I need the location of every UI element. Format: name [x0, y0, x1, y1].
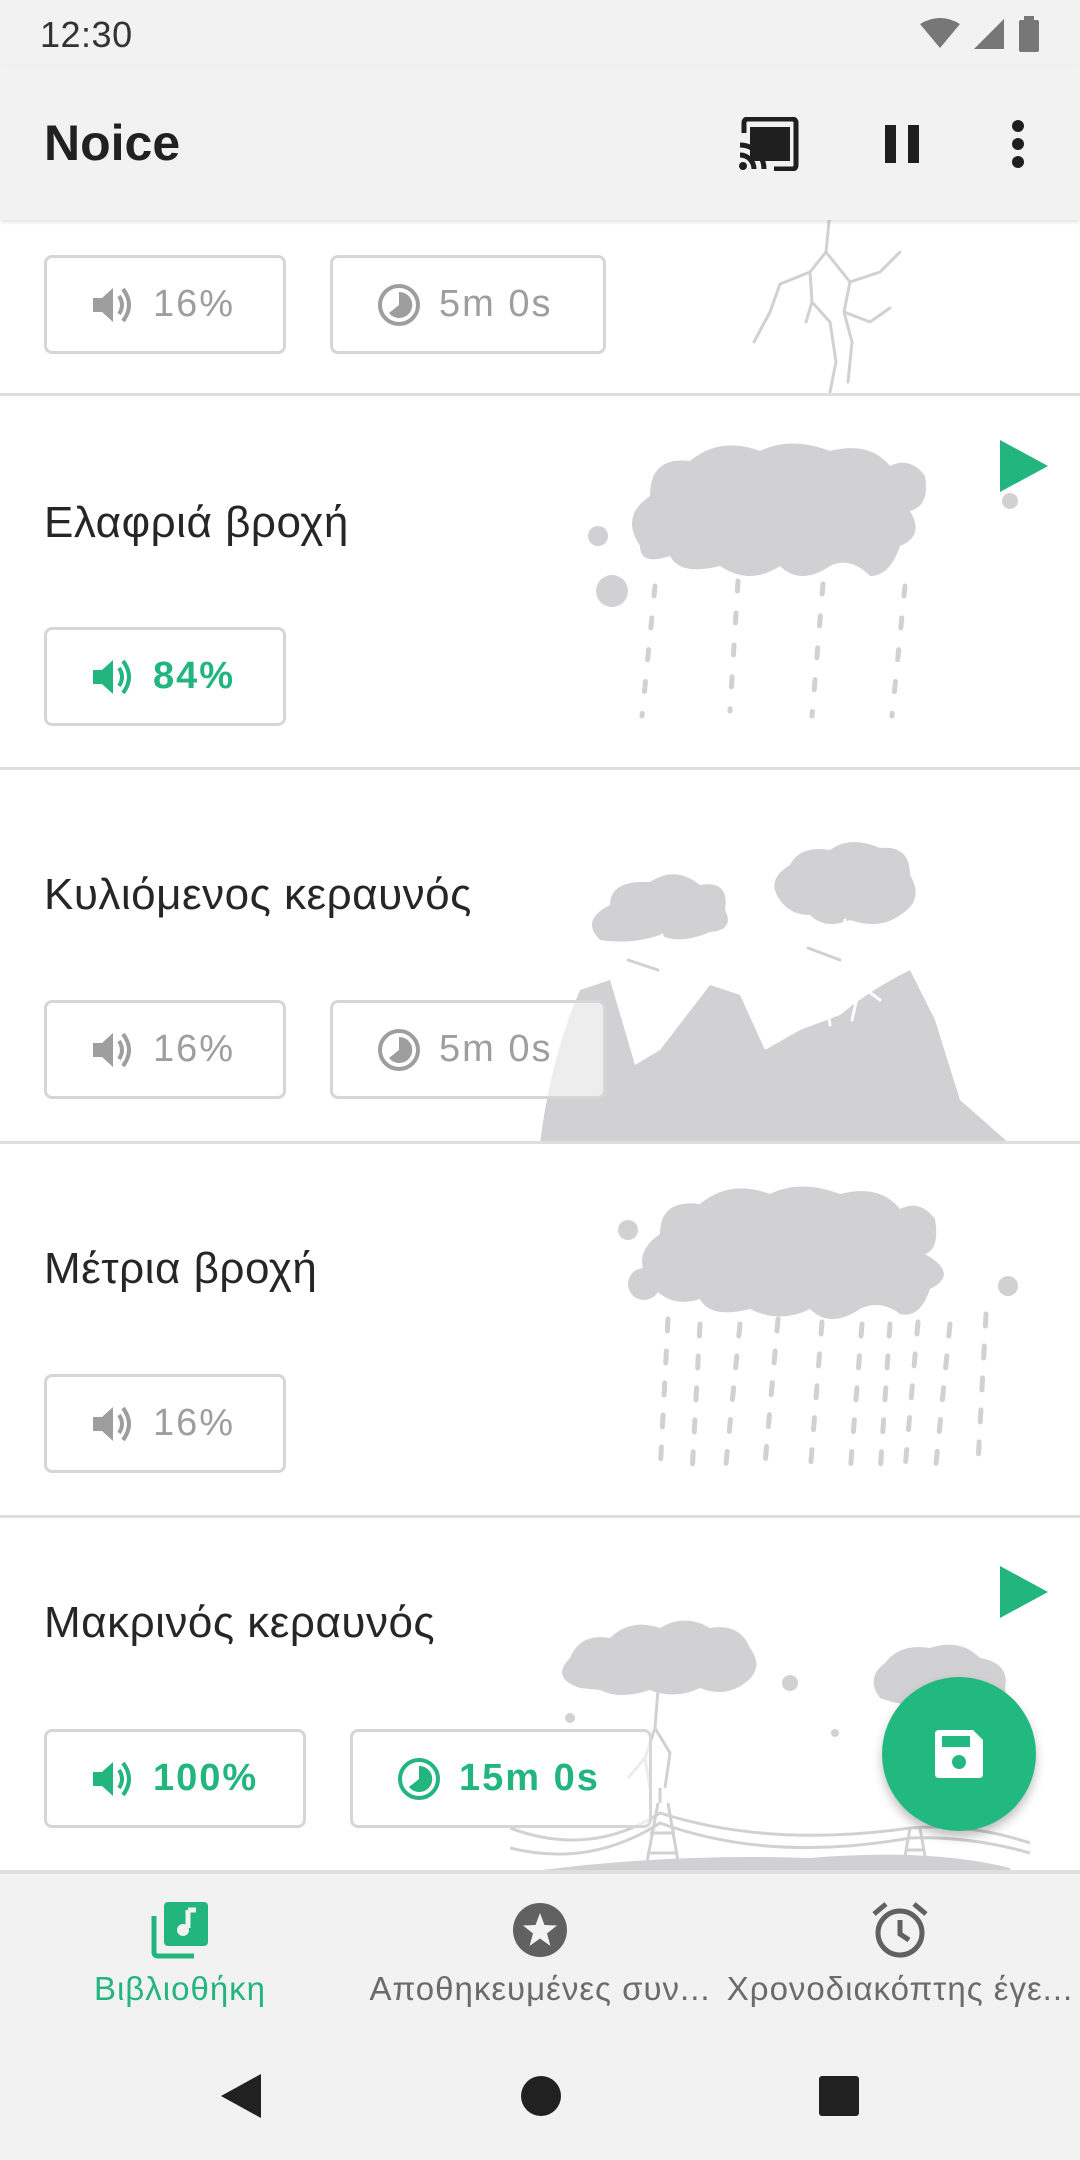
volume-chip[interactable]: 100% — [44, 1729, 306, 1828]
timer-value: 15m 0s — [459, 1757, 600, 1799]
sound-title: Μακρινός κεραυνός — [44, 1598, 436, 1647]
save-preset-button[interactable] — [882, 1677, 1036, 1831]
cell-signal-icon — [974, 19, 1004, 49]
sound-card-light-rain: Ελαφριά βροχή 84% — [0, 396, 1080, 770]
system-navigation-bar — [0, 2033, 1080, 2160]
play-icon[interactable] — [996, 436, 1056, 496]
timer-icon — [378, 1028, 420, 1071]
home-circle-icon — [521, 2076, 561, 2116]
nav-library[interactable]: Βιβλιοθήκη — [40, 1874, 320, 2034]
volume-chip[interactable]: 16% — [44, 255, 286, 354]
alarm-clock-icon — [872, 1902, 928, 1958]
system-back-button[interactable] — [206, 2061, 276, 2131]
library-music-icon — [151, 1902, 208, 1959]
volume-value: 84% — [153, 655, 236, 697]
nav-label: Χρονοδιακόπτης έγε... — [726, 1970, 1074, 2007]
timer-icon — [378, 283, 420, 326]
volume-chip[interactable]: 16% — [44, 1374, 286, 1473]
back-triangle-icon — [221, 2074, 261, 2118]
more-vert-icon — [1012, 120, 1024, 168]
timer-value: 5m 0s — [439, 283, 553, 325]
system-recents-button[interactable] — [804, 2061, 874, 2131]
volume-value: 16% — [153, 1028, 236, 1070]
status-time: 12:30 — [40, 14, 133, 55]
system-home-button[interactable] — [506, 2061, 576, 2131]
battery-icon — [1019, 16, 1039, 52]
sound-library-list[interactable]: 16% 5m 0s Ελαφριά βροχή 84% Κυλιόμενος κ… — [0, 220, 1080, 1873]
moderate-rain-art — [618, 1186, 1018, 1477]
sound-title: Μέτρια βροχή — [44, 1244, 318, 1293]
status-bar: 12:30 — [0, 0, 1080, 66]
recents-square-icon — [819, 2076, 859, 2116]
app-bar: Noice — [0, 66, 1080, 220]
timer-chip[interactable]: 15m 0s — [350, 1729, 652, 1828]
volume-value: 16% — [153, 283, 236, 325]
star-icon — [513, 1903, 567, 1957]
sound-card-rolling-thunder: Κυλιόμενος κεραυνός 16% 5m 0s — [0, 770, 1080, 1144]
timer-value: 5m 0s — [439, 1028, 553, 1070]
timer-icon — [398, 1757, 440, 1800]
rolling-thunder-art — [540, 841, 1007, 1141]
nav-sleep-timer[interactable]: Χρονοδιακόπτης έγε... — [720, 1874, 1080, 2034]
nav-label: Αποθηκευμένες συν... — [369, 1970, 711, 2007]
volume-icon — [93, 1032, 131, 1067]
bottom-navigation: Βιβλιοθήκη Αποθηκευμένες συν... Χρονοδια… — [0, 1873, 1080, 2033]
volume-icon — [93, 1406, 131, 1441]
sound-card-moderate-rain: Μέτρια βροχή 16% — [0, 1144, 1080, 1518]
pause-icon — [885, 125, 919, 163]
volume-chip[interactable]: 84% — [44, 627, 286, 726]
timer-chip[interactable]: 5m 0s — [330, 1000, 606, 1099]
volume-chip[interactable]: 16% — [44, 1000, 286, 1099]
app-title: Noice — [44, 115, 181, 171]
sound-title: Κυλιόμενος κεραυνός — [44, 870, 472, 919]
sound-card: 16% 5m 0s — [0, 220, 1080, 396]
volume-icon — [93, 287, 131, 322]
lightning-art — [752, 220, 902, 393]
nav-label: Βιβλιοθήκη — [93, 1970, 267, 2007]
save-icon — [935, 1730, 983, 1778]
pause-button[interactable] — [862, 104, 942, 184]
nav-saved-presets[interactable]: Αποθηκευμένες συν... — [360, 1874, 720, 2034]
sound-title: Ελαφριά βροχή — [44, 498, 349, 547]
cast-button[interactable] — [730, 104, 810, 184]
volume-icon — [93, 1761, 131, 1796]
overflow-menu-button[interactable] — [978, 104, 1058, 184]
wifi-icon — [920, 18, 960, 48]
volume-icon — [93, 659, 131, 694]
timer-chip[interactable]: 5m 0s — [330, 255, 606, 354]
status-icons — [920, 14, 1040, 54]
play-icon[interactable] — [996, 1562, 1056, 1622]
volume-value: 100% — [153, 1757, 259, 1799]
volume-value: 16% — [153, 1402, 236, 1444]
light-rain-art — [588, 443, 1018, 719]
cast-icon — [739, 117, 799, 171]
